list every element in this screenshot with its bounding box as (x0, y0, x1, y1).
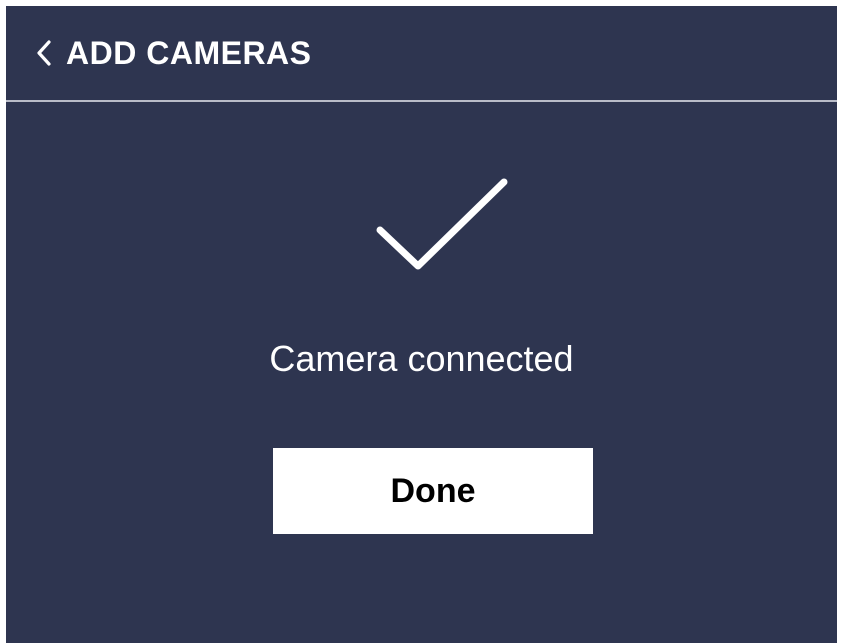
status-message: Camera connected (269, 338, 574, 379)
main-content: Camera connected Done (6, 102, 837, 643)
back-button[interactable] (6, 6, 62, 100)
done-button[interactable]: Done (273, 448, 593, 534)
checkmark-icon (376, 178, 508, 270)
chevron-left-icon (37, 40, 51, 66)
header-bar: ADD CAMERAS (6, 6, 837, 102)
add-cameras-screen: ADD CAMERAS Camera connected Done (6, 6, 837, 643)
page-title: ADD CAMERAS (66, 34, 312, 71)
